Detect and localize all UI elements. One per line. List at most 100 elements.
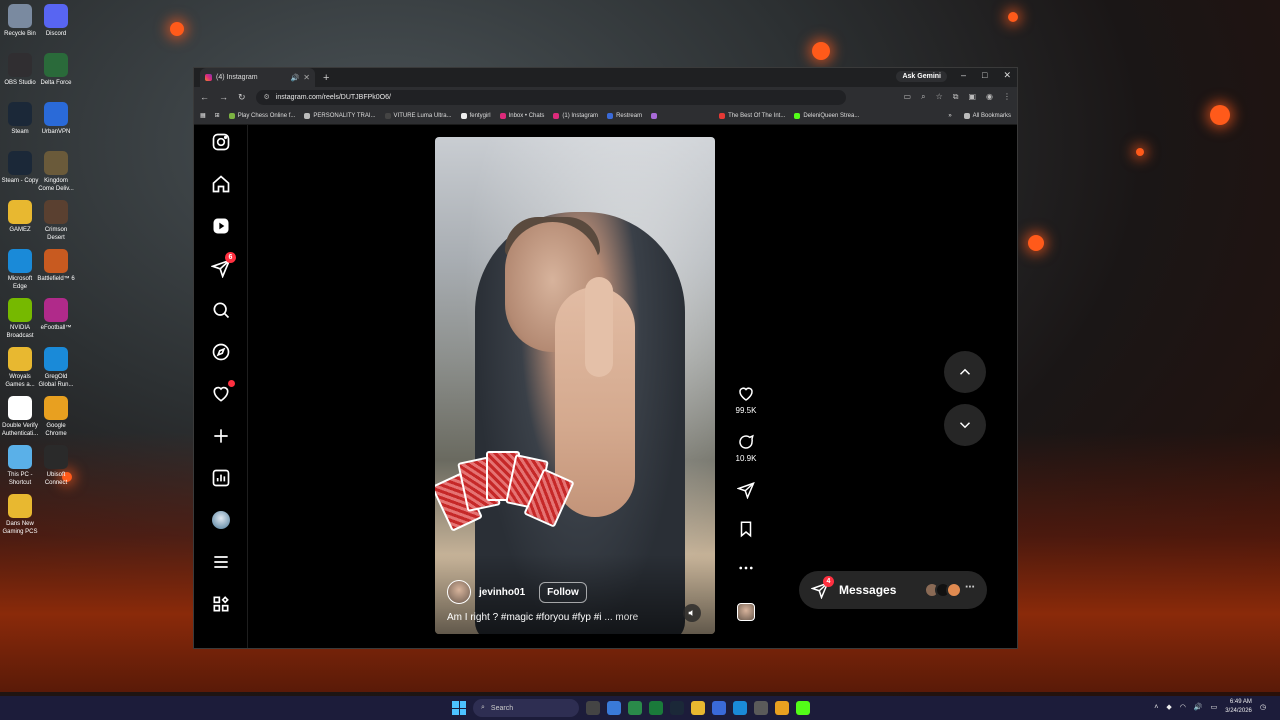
start-icon[interactable] (452, 701, 466, 715)
bookmark-item[interactable]: (1) Instagram (553, 112, 598, 119)
nvidia-icon[interactable] (628, 701, 642, 715)
desktop-icon[interactable]: GregOld Global Run... (36, 347, 76, 389)
desktop-icon[interactable]: Delta Force (36, 53, 76, 87)
ask-gemini-button[interactable]: Ask Gemini (896, 71, 947, 82)
previous-reel-button[interactable] (944, 351, 986, 393)
site-info-icon[interactable]: ⚙ (264, 93, 270, 101)
desktop-icon[interactable]: This PC - Shortcut (0, 445, 40, 487)
bookmark-item[interactable]: fentygirl (460, 112, 491, 119)
messages-nav-icon[interactable]: 6 (209, 252, 236, 280)
bookmark-item[interactable]: Restream (607, 112, 642, 119)
desktop-icon[interactable]: Dans New Gaming PCS (0, 494, 40, 536)
app-icon[interactable] (754, 701, 768, 715)
close-window-button[interactable]: ✕ (1003, 70, 1011, 81)
dropbox-icon[interactable]: ◆ (1166, 703, 1171, 711)
all-bookmarks-button[interactable]: All Bookmarks (963, 112, 1011, 119)
desktop-icon[interactable]: Battlefield™ 6 (36, 249, 76, 283)
tab-instagram[interactable]: (4) Instagram 🔊 ✕ (200, 68, 315, 87)
next-reel-button[interactable] (944, 404, 986, 446)
taskbar-search[interactable]: ⌕ Search (473, 699, 579, 717)
desktop-icon[interactable]: eFootball™ (36, 298, 76, 332)
xbox-icon[interactable] (649, 701, 663, 715)
desktop-icon[interactable]: Double Verify Authenticati... (0, 396, 40, 438)
desktop-icon[interactable]: Steam - Copy (0, 151, 40, 185)
edge-icon[interactable] (733, 701, 747, 715)
apps-icon[interactable]: ▦ (200, 112, 206, 119)
comment-action[interactable]: 10.9K (732, 433, 760, 463)
desktop-icon[interactable]: UrbanVPN (36, 102, 76, 136)
author-username[interactable]: jevinho01 (479, 587, 525, 598)
maximize-button[interactable]: □ (982, 70, 987, 81)
bookmark-star-icon[interactable]: ☆ (936, 92, 943, 102)
messages-button[interactable]: 4 Messages ⋯ (799, 571, 987, 609)
minimize-button[interactable]: – (961, 70, 966, 81)
bookmark-item[interactable]: DeleniQueen Strea... (794, 112, 859, 119)
wifi-icon[interactable]: ◠ (1180, 703, 1186, 711)
author-avatar[interactable] (447, 580, 471, 604)
desktop-icon[interactable]: OBS Studio (0, 53, 40, 87)
close-tab-icon[interactable]: ✕ (303, 73, 310, 82)
extensions-icon[interactable]: ⧉ (953, 92, 959, 102)
explore-icon[interactable] (209, 340, 233, 364)
profile-icon[interactable]: ◉ (986, 92, 993, 102)
desktop-icon[interactable]: Recycle Bin (0, 4, 40, 38)
dashboard-icon[interactable] (209, 466, 233, 490)
grid-icon[interactable]: ⊞ (215, 112, 220, 119)
zoom-icon[interactable]: ⌕ (921, 92, 925, 102)
more-menu-icon[interactable] (209, 550, 233, 574)
heart-icon[interactable] (209, 380, 235, 406)
create-icon[interactable] (209, 424, 233, 448)
bookmark-item[interactable] (651, 112, 660, 119)
battery-icon[interactable]: ▭ (1211, 703, 1218, 711)
desktop-icon[interactable]: Steam (0, 102, 40, 136)
store-icon[interactable] (712, 701, 726, 715)
desktop-icon[interactable]: Google Chrome (36, 396, 76, 438)
desktop-icon[interactable]: GAMEZ (0, 200, 40, 234)
speaker-icon[interactable]: 🔊 (291, 74, 300, 82)
bookmark-item[interactable]: Play Chess Online f... (228, 112, 295, 119)
clock[interactable]: 6:49 AM 3/24/2026 (1225, 698, 1252, 716)
reel-video[interactable]: jevinho01 Follow Am I right ? #magic #fo… (435, 137, 715, 634)
desktop-icon[interactable]: Wroyals Games a... (0, 347, 40, 389)
desktop-icon[interactable]: Microsoft Edge (0, 249, 40, 291)
audio-avatar[interactable] (737, 603, 755, 621)
reload-icon[interactable]: ↻ (238, 92, 246, 103)
caption-more-link[interactable]: ... more (604, 612, 638, 623)
desktop-icon[interactable]: Ubisoft Connect (36, 445, 76, 487)
new-tab-button[interactable]: + (323, 72, 329, 84)
bookmark-item[interactable]: VITURE Luma Ultra... (384, 112, 452, 119)
chrome-icon[interactable] (775, 701, 789, 715)
reels-icon[interactable] (209, 214, 233, 238)
back-icon[interactable]: ← (200, 92, 209, 102)
menu-icon[interactable]: ⋮ (1003, 92, 1011, 102)
home-icon[interactable] (209, 172, 233, 196)
share-action[interactable] (732, 481, 760, 502)
save-action[interactable] (732, 520, 760, 541)
desktop-icon[interactable]: NVIDIA Broadcast (0, 298, 40, 340)
follow-button[interactable]: Follow (539, 581, 587, 603)
cast-icon[interactable]: ▭ (904, 92, 912, 102)
bookmark-item[interactable]: PERSONALITY TRAI... (304, 112, 376, 119)
also-from-meta-icon[interactable] (209, 592, 233, 616)
desktop-icon[interactable]: Discord (36, 4, 76, 38)
forward-icon[interactable]: → (219, 92, 228, 102)
desktop-icon[interactable]: Crimson Desert (36, 200, 76, 242)
like-action[interactable]: 99.5K (732, 385, 760, 415)
tab-search-icon[interactable]: ▣ (968, 92, 976, 102)
url-field[interactable]: ⚙ instagram.com/reels/DUTJBFPk0O6/ (255, 89, 846, 105)
tray-overflow-icon[interactable]: ˄ (1154, 704, 1158, 711)
notifications-icon[interactable]: ◷ (1260, 703, 1266, 711)
settings-icon[interactable] (607, 701, 621, 715)
task-view-icon[interactable] (586, 701, 600, 715)
bookmark-item[interactable]: Inbox • Chats (499, 112, 544, 119)
steam-icon[interactable] (670, 701, 684, 715)
desktop-icon[interactable]: Kingdom Come Deliv... (36, 151, 76, 193)
instagram-logo-icon[interactable] (209, 130, 233, 154)
search-icon[interactable] (209, 298, 233, 322)
bookmarks-overflow-icon[interactable]: » (948, 113, 951, 119)
kick-icon[interactable] (796, 701, 810, 715)
profile-avatar[interactable] (209, 508, 233, 532)
bookmark-item[interactable]: The Best Of The Int... (719, 112, 785, 119)
file-explorer-icon[interactable] (691, 701, 705, 715)
more-options-action[interactable] (732, 559, 760, 580)
